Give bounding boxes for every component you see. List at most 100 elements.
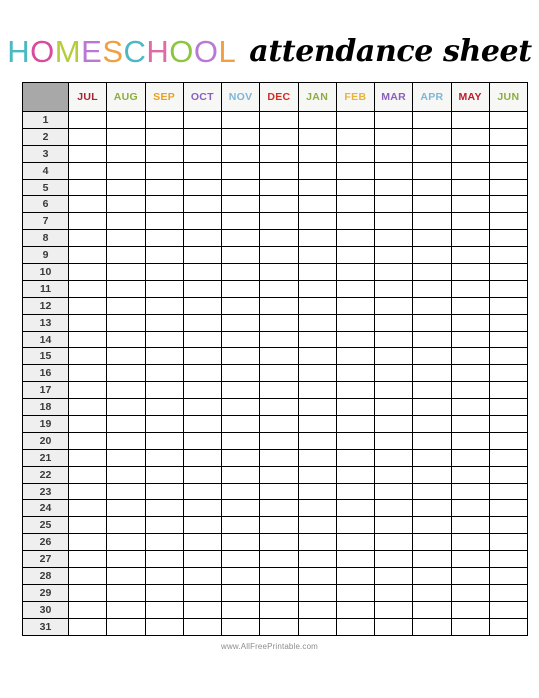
attendance-cell[interactable] <box>450 398 490 417</box>
attendance-cell[interactable] <box>67 246 108 265</box>
attendance-cell[interactable] <box>412 583 452 602</box>
attendance-cell[interactable] <box>450 296 490 315</box>
attendance-cell[interactable] <box>412 516 452 535</box>
attendance-cell[interactable] <box>412 415 452 433</box>
attendance-cell[interactable] <box>144 296 184 315</box>
attendance-cell[interactable] <box>259 533 299 552</box>
attendance-cell[interactable] <box>67 431 108 450</box>
attendance-cell[interactable] <box>106 499 146 518</box>
attendance-cell[interactable] <box>220 144 261 163</box>
attendance-cell[interactable] <box>373 263 414 281</box>
attendance-cell[interactable] <box>220 212 261 231</box>
attendance-cell[interactable] <box>373 415 414 433</box>
attendance-cell[interactable] <box>182 465 223 484</box>
attendance-cell[interactable] <box>335 448 376 467</box>
attendance-cell[interactable] <box>259 161 299 180</box>
attendance-cell[interactable] <box>373 212 414 231</box>
attendance-cell[interactable] <box>373 330 414 349</box>
attendance-cell[interactable] <box>259 398 299 417</box>
attendance-cell[interactable] <box>335 178 376 197</box>
attendance-cell[interactable] <box>182 330 223 349</box>
attendance-cell[interactable] <box>297 246 337 265</box>
attendance-cell[interactable] <box>450 364 490 383</box>
attendance-cell[interactable] <box>335 313 376 332</box>
attendance-cell[interactable] <box>220 381 261 400</box>
attendance-cell[interactable] <box>106 415 146 433</box>
attendance-cell[interactable] <box>488 279 529 298</box>
attendance-cell[interactable] <box>220 398 261 417</box>
attendance-cell[interactable] <box>259 567 299 585</box>
attendance-cell[interactable] <box>259 499 299 518</box>
attendance-cell[interactable] <box>335 482 376 501</box>
attendance-cell[interactable] <box>67 550 108 569</box>
attendance-cell[interactable] <box>373 279 414 298</box>
attendance-cell[interactable] <box>220 516 261 535</box>
attendance-cell[interactable] <box>488 347 529 366</box>
attendance-cell[interactable] <box>450 431 490 450</box>
attendance-cell[interactable] <box>144 448 184 467</box>
attendance-cell[interactable] <box>373 567 414 585</box>
attendance-cell[interactable] <box>450 583 490 602</box>
attendance-cell[interactable] <box>297 127 337 146</box>
attendance-cell[interactable] <box>67 533 108 552</box>
attendance-cell[interactable] <box>144 313 184 332</box>
attendance-cell[interactable] <box>335 330 376 349</box>
attendance-cell[interactable] <box>106 144 146 163</box>
attendance-cell[interactable] <box>220 313 261 332</box>
attendance-cell[interactable] <box>297 212 337 231</box>
attendance-cell[interactable] <box>297 567 337 585</box>
attendance-cell[interactable] <box>220 279 261 298</box>
attendance-cell[interactable] <box>488 313 529 332</box>
attendance-cell[interactable] <box>106 448 146 467</box>
attendance-cell[interactable] <box>182 482 223 501</box>
attendance-cell[interactable] <box>488 111 529 129</box>
attendance-cell[interactable] <box>144 431 184 450</box>
attendance-cell[interactable] <box>259 263 299 281</box>
attendance-cell[interactable] <box>335 381 376 400</box>
attendance-cell[interactable] <box>373 127 414 146</box>
attendance-cell[interactable] <box>67 381 108 400</box>
attendance-cell[interactable] <box>450 533 490 552</box>
attendance-cell[interactable] <box>259 330 299 349</box>
attendance-cell[interactable] <box>182 229 223 248</box>
attendance-cell[interactable] <box>335 161 376 180</box>
attendance-cell[interactable] <box>144 195 184 214</box>
attendance-cell[interactable] <box>220 448 261 467</box>
attendance-cell[interactable] <box>297 364 337 383</box>
attendance-cell[interactable] <box>488 212 529 231</box>
attendance-cell[interactable] <box>450 212 490 231</box>
attendance-cell[interactable] <box>106 465 146 484</box>
attendance-cell[interactable] <box>182 448 223 467</box>
attendance-cell[interactable] <box>450 246 490 265</box>
attendance-cell[interactable] <box>412 330 452 349</box>
attendance-cell[interactable] <box>335 229 376 248</box>
attendance-cell[interactable] <box>67 465 108 484</box>
attendance-cell[interactable] <box>412 178 452 197</box>
attendance-cell[interactable] <box>450 381 490 400</box>
attendance-cell[interactable] <box>297 431 337 450</box>
attendance-cell[interactable] <box>450 313 490 332</box>
attendance-cell[interactable] <box>335 195 376 214</box>
attendance-cell[interactable] <box>335 279 376 298</box>
attendance-cell[interactable] <box>144 111 184 129</box>
attendance-cell[interactable] <box>67 229 108 248</box>
attendance-cell[interactable] <box>488 381 529 400</box>
attendance-cell[interactable] <box>220 161 261 180</box>
attendance-cell[interactable] <box>412 381 452 400</box>
attendance-cell[interactable] <box>144 263 184 281</box>
attendance-cell[interactable] <box>412 144 452 163</box>
attendance-cell[interactable] <box>335 431 376 450</box>
attendance-cell[interactable] <box>297 296 337 315</box>
attendance-cell[interactable] <box>488 482 529 501</box>
attendance-cell[interactable] <box>106 127 146 146</box>
attendance-cell[interactable] <box>297 161 337 180</box>
attendance-cell[interactable] <box>297 144 337 163</box>
attendance-cell[interactable] <box>488 583 529 602</box>
attendance-cell[interactable] <box>67 313 108 332</box>
attendance-cell[interactable] <box>450 161 490 180</box>
attendance-cell[interactable] <box>67 330 108 349</box>
attendance-cell[interactable] <box>67 212 108 231</box>
attendance-cell[interactable] <box>373 617 414 636</box>
attendance-cell[interactable] <box>67 279 108 298</box>
attendance-cell[interactable] <box>450 567 490 585</box>
